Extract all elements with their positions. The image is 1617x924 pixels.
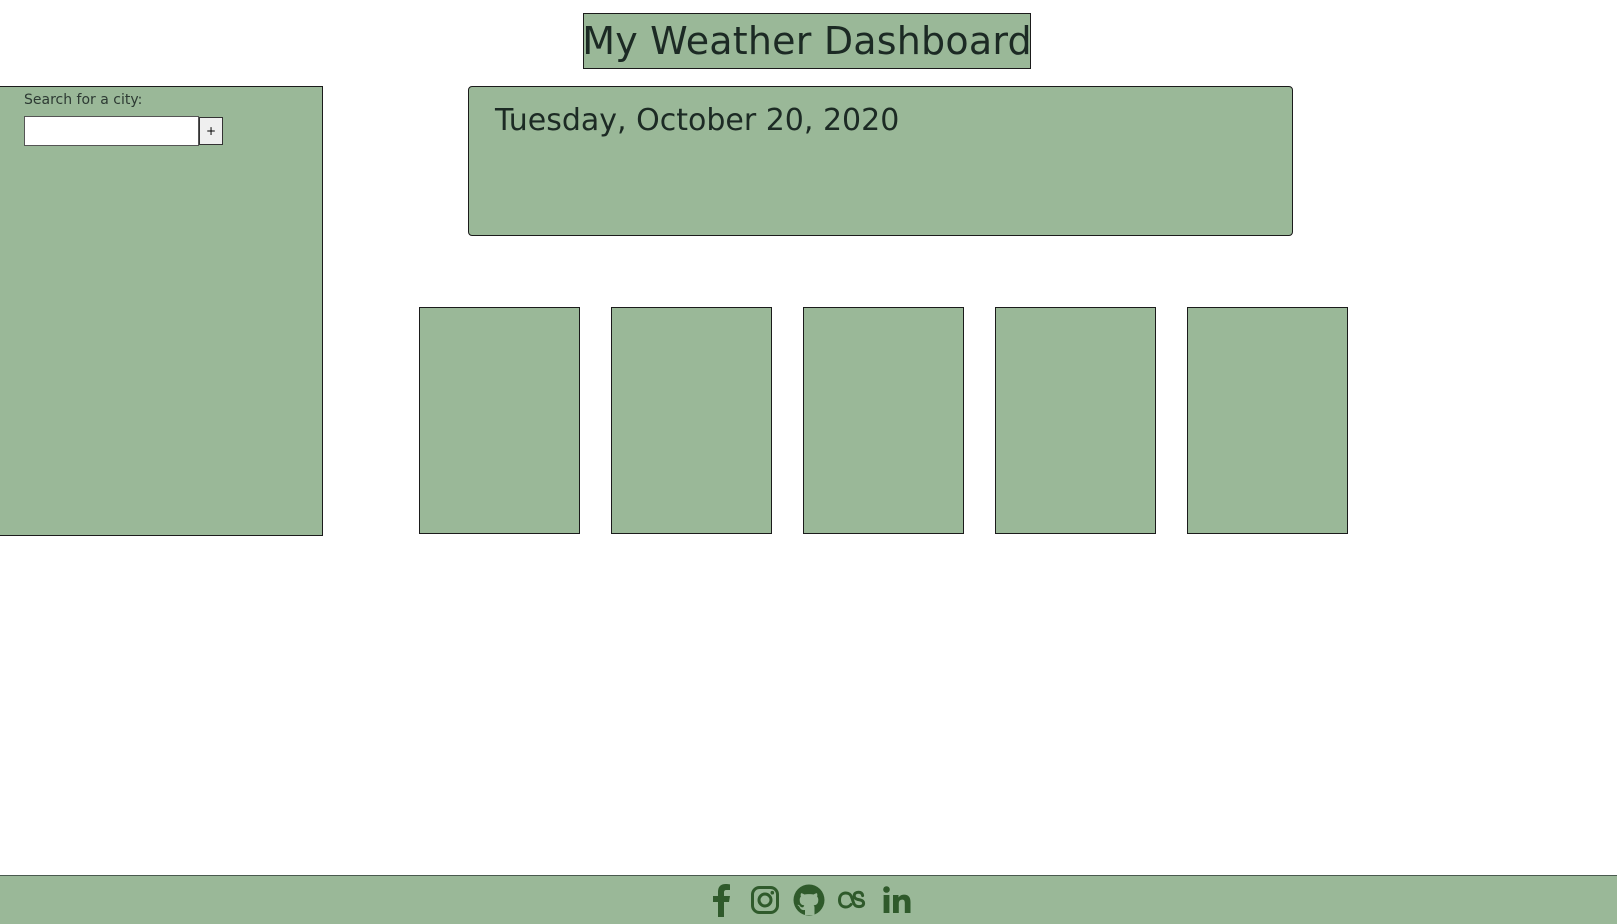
- page-title-box: My Weather Dashboard: [582, 13, 1032, 69]
- facebook-link[interactable]: [704, 882, 738, 918]
- lastfm-link[interactable]: [836, 882, 870, 918]
- forecast-card: [611, 307, 772, 534]
- facebook-icon: [712, 884, 730, 917]
- linkedin-link[interactable]: [880, 882, 914, 918]
- linkedin-icon: [882, 886, 910, 913]
- current-date: Tuesday, October 20, 2020: [495, 103, 900, 138]
- page-title: My Weather Dashboard: [582, 19, 1032, 63]
- forecast-card: [995, 307, 1156, 534]
- current-weather-panel: Tuesday, October 20, 2020: [468, 86, 1293, 236]
- forecast-card: [803, 307, 964, 534]
- city-search-input[interactable]: [24, 116, 199, 146]
- footer: [0, 875, 1617, 924]
- github-icon: [793, 884, 824, 916]
- forecast-card: [1187, 307, 1348, 534]
- search-sidebar: Search for a city: +: [0, 86, 323, 536]
- lastfm-icon: [837, 890, 865, 909]
- add-city-button[interactable]: +: [199, 117, 223, 145]
- forecast-card: [419, 307, 580, 534]
- instagram-link[interactable]: [748, 882, 782, 918]
- github-link[interactable]: [792, 882, 826, 918]
- instagram-icon: [750, 886, 779, 914]
- search-label: Search for a city:: [24, 92, 143, 108]
